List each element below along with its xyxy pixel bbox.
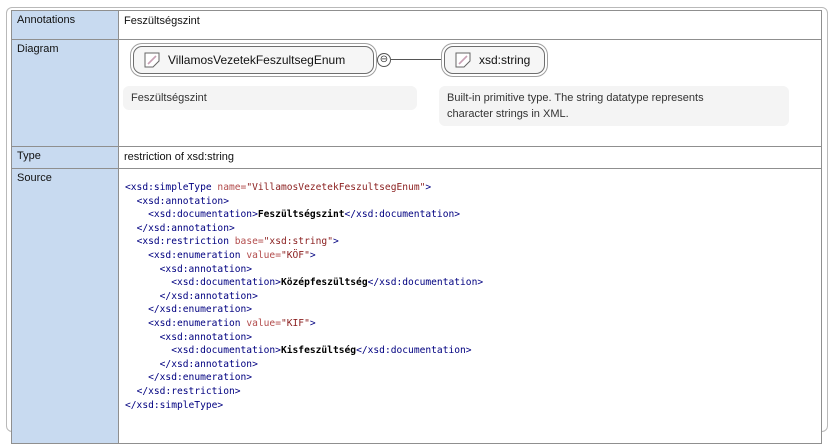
simple-type-node[interactable]: VillamosVezetekFeszultsegEnum — [133, 46, 374, 74]
source-token: </xsd:annotation> — [159, 290, 258, 302]
type-diagram: VillamosVezetekFeszultsegEnum ⊖ xsd:stri… — [119, 40, 821, 140]
source-token: </xsd:documentation> — [356, 345, 472, 357]
source-line: </xsd:restriction> — [125, 385, 821, 399]
base-type-name: xsd:string — [479, 53, 531, 67]
base-type-icon — [455, 52, 471, 68]
type-row: Type restriction of xsd:string — [11, 146, 822, 169]
source-line: </xsd:enumeration> — [125, 371, 821, 385]
diagram-label: Diagram — [11, 39, 119, 147]
simple-type-name: VillamosVezetekFeszultsegEnum — [168, 53, 346, 67]
source-line: <xsd:annotation> — [125, 195, 821, 209]
annotations-value: Feszültségszint — [118, 10, 822, 40]
source-token: Középfeszültség — [280, 277, 368, 289]
source-token: </xsd:annotation> — [136, 222, 235, 234]
collapse-connector-icon[interactable]: ⊖ — [377, 53, 391, 67]
source-line: <xsd:documentation>Feszültségszint</xsd:… — [125, 208, 821, 222]
source-line: </xsd:enumeration> — [125, 303, 821, 317]
base-type-doc-line1: Built-in primitive type. The string data… — [447, 92, 704, 104]
source-token: </xsd:documentation> — [344, 209, 461, 221]
schema-doc-table: Annotations Feszültségszint Diagram Vill… — [11, 10, 822, 444]
source-token: "KÖF" — [280, 249, 310, 261]
source-line: </xsd:simpleType> — [125, 399, 821, 413]
source-line: <xsd:enumeration value="KIF"> — [125, 317, 821, 331]
simple-type-icon — [144, 52, 160, 68]
source-token: base= — [234, 236, 264, 248]
source-token: value= — [246, 317, 281, 329]
type-label: Type — [11, 146, 119, 169]
source-token: Feszültségszint — [257, 209, 345, 221]
type-value: restriction of xsd:string — [118, 146, 822, 169]
source-row: Source <xsd:simpleType name="VillamosVez… — [11, 168, 822, 444]
source-cell: <xsd:simpleType name="VillamosVezetekFes… — [118, 168, 822, 444]
source-token: <xsd:annotation> — [159, 263, 253, 275]
source-line: <xsd:restriction base="xsd:string"> — [125, 235, 821, 249]
source-token: </xsd:documentation> — [367, 277, 484, 289]
source-line: <xsd:annotation> — [125, 331, 821, 345]
source-line: <xsd:annotation> — [125, 263, 821, 277]
diagram-cell: VillamosVezetekFeszultsegEnum ⊖ xsd:stri… — [118, 39, 822, 147]
source-token: "VillamosVezetekFeszultsegEnum" — [246, 182, 426, 193]
source-token: </xsd:restriction> — [136, 385, 241, 397]
annotations-row: Annotations Feszültségszint — [11, 10, 822, 40]
source-code: <xsd:simpleType name="VillamosVezetekFes… — [119, 169, 821, 412]
connector-line — [391, 59, 441, 60]
simple-type-doc: Feszültségszint — [123, 86, 417, 110]
source-token: </xsd:simpleType> — [125, 399, 224, 411]
source-token: > — [309, 249, 316, 261]
source-line: <xsd:documentation>Középfeszültség</xsd:… — [125, 276, 821, 290]
source-token: <xsd:enumeration — [148, 317, 247, 329]
source-token: "KIF" — [280, 317, 310, 329]
source-token: Kisfeszültség — [280, 345, 357, 357]
source-token: value= — [246, 249, 281, 261]
source-token: <xsd:restriction — [136, 236, 235, 248]
source-token: <xsd:documentation> — [171, 277, 281, 289]
source-token: > — [425, 182, 432, 193]
source-token: name= — [217, 182, 247, 193]
source-token: <xsd:documentation> — [148, 209, 258, 221]
source-token: > — [332, 236, 339, 248]
diagram-row: Diagram VillamosVezetekFeszultsegEnum ⊖ — [11, 39, 822, 147]
annotations-label: Annotations — [11, 10, 119, 40]
base-type-node[interactable]: xsd:string — [444, 46, 545, 74]
source-label: Source — [11, 168, 119, 444]
source-line: <xsd:documentation>Kisfeszültség</xsd:do… — [125, 344, 821, 358]
source-line: <xsd:simpleType name="VillamosVezetekFes… — [125, 181, 821, 195]
source-token: </xsd:annotation> — [159, 358, 258, 370]
source-token: </xsd:enumeration> — [148, 304, 253, 316]
source-token: <xsd:simpleType — [125, 182, 218, 193]
source-line: <xsd:enumeration value="KÖF"> — [125, 249, 821, 263]
source-token: </xsd:enumeration> — [148, 372, 253, 384]
source-token: > — [309, 317, 316, 329]
source-token: <xsd:documentation> — [171, 345, 281, 357]
source-line: </xsd:annotation> — [125, 358, 821, 372]
source-line: </xsd:annotation> — [125, 290, 821, 304]
base-type-doc-line2: character strings in XML. — [447, 108, 569, 120]
source-token: <xsd:annotation> — [136, 195, 229, 207]
source-token: <xsd:annotation> — [159, 331, 253, 343]
source-token: <xsd:enumeration — [148, 249, 247, 261]
source-token: "xsd:string" — [263, 236, 333, 248]
base-type-doc: Built-in primitive type. The string data… — [439, 86, 789, 126]
source-line: </xsd:annotation> — [125, 222, 821, 236]
